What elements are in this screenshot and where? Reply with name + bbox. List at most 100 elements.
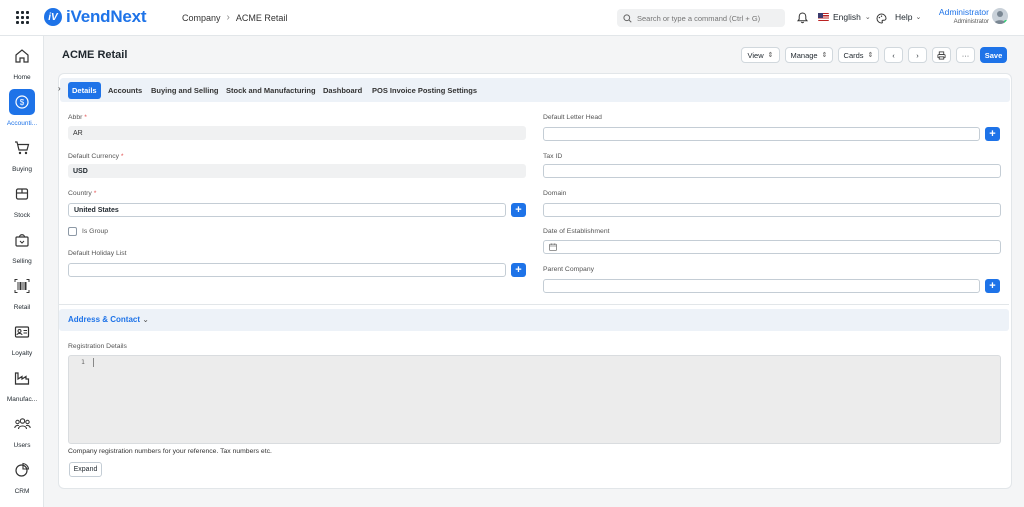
- tab-dashboard[interactable]: Dashboard: [319, 82, 366, 99]
- previous-button[interactable]: ‹: [884, 47, 903, 63]
- sort-icon: ⇕: [821, 52, 828, 59]
- chevron-down-icon: ⌄: [142, 315, 149, 324]
- bell-icon[interactable]: [797, 11, 808, 29]
- breadcrumb-current[interactable]: ACME Retail: [236, 13, 288, 23]
- manage-button[interactable]: Manage ⇕: [785, 47, 833, 63]
- more-actions-button[interactable]: ···: [956, 47, 975, 63]
- more-icon: ···: [961, 50, 970, 60]
- plus-icon: +: [989, 127, 996, 140]
- sidebar-item-stock[interactable]: Stock: [0, 186, 44, 226]
- app-logo[interactable]: iV iVendNext: [44, 7, 147, 27]
- add-parent-company-button[interactable]: +: [985, 279, 1000, 293]
- breadcrumb: Company › ACME Retail: [182, 12, 287, 23]
- app-grid-icon[interactable]: [16, 11, 29, 24]
- barcode-icon: [14, 278, 30, 299]
- registration-details-editor[interactable]: 1: [68, 355, 1001, 444]
- search-input[interactable]: [637, 13, 777, 23]
- tax-id-field[interactable]: [543, 164, 1001, 178]
- sidebar-item-users[interactable]: Users: [0, 416, 44, 456]
- expand-button[interactable]: Expand: [69, 462, 102, 477]
- address-contact-title: Address & Contact ⌄: [68, 315, 149, 324]
- sort-icon: ⇕: [867, 52, 874, 59]
- users-icon: [13, 416, 31, 437]
- sidebar-item-label: CRM: [14, 488, 30, 495]
- default-letter-head-field[interactable]: [543, 127, 980, 141]
- language-label: English: [833, 12, 861, 22]
- default-holiday-list-label: Default Holiday List: [68, 250, 127, 257]
- plus-icon: +: [515, 203, 522, 216]
- cards-label: Cards: [843, 50, 864, 60]
- save-button[interactable]: Save: [980, 47, 1007, 63]
- parent-company-field[interactable]: [543, 279, 980, 293]
- app-name: iVendNext: [66, 7, 147, 26]
- sidebar-item-label: Users: [13, 442, 31, 449]
- sidebar-item-label: Buying: [12, 166, 32, 173]
- registration-help-text: Company registration numbers for your re…: [68, 448, 272, 455]
- default-holiday-list-field[interactable]: [68, 263, 506, 277]
- registration-details-label: Registration Details: [68, 343, 127, 350]
- help-menu[interactable]: Help ⌄: [895, 12, 921, 22]
- country-field[interactable]: United States: [68, 203, 506, 217]
- chevron-down-icon: ⌄: [915, 14, 922, 21]
- add-letter-head-button[interactable]: +: [985, 127, 1000, 141]
- chevron-down-icon: ⌄: [864, 14, 871, 21]
- expand-label: Expand: [73, 466, 98, 473]
- view-button[interactable]: View ⇕: [741, 47, 780, 63]
- language-selector[interactable]: English ⌄: [818, 12, 871, 22]
- shopping-bag-icon: [14, 232, 30, 253]
- chevron-right-icon: ›: [916, 50, 919, 60]
- address-contact-section[interactable]: Address & Contact ⌄: [59, 309, 1009, 331]
- add-country-button[interactable]: +: [511, 203, 526, 217]
- box-icon: [14, 186, 30, 207]
- tab-buying-and-selling[interactable]: Buying and Selling: [147, 82, 223, 99]
- default-currency-field: USD: [68, 164, 526, 178]
- default-letter-head-label: Default Letter Head: [543, 114, 602, 121]
- is-group-checkbox[interactable]: [68, 227, 77, 236]
- date-of-establishment-field[interactable]: [543, 240, 1001, 254]
- tab-pos-invoice-posting-settings[interactable]: POS Invoice Posting Settings: [368, 82, 481, 99]
- tab-accounts[interactable]: Accounts: [104, 82, 146, 99]
- user-name: Administrator: [938, 7, 989, 17]
- sidebar: Home $ Accounti... Buying Stock Selling …: [0, 36, 44, 507]
- next-button[interactable]: ›: [908, 47, 927, 63]
- svg-text:$: $: [20, 98, 25, 107]
- cards-button[interactable]: Cards ⇕: [838, 47, 879, 63]
- domain-field[interactable]: [543, 203, 1001, 217]
- sidebar-item-buying[interactable]: Buying: [0, 140, 44, 180]
- domain-label: Domain: [543, 190, 567, 197]
- print-button[interactable]: [932, 47, 951, 63]
- home-icon: [14, 48, 30, 69]
- chevron-right-icon: ›: [226, 12, 230, 23]
- id-card-icon: [14, 324, 30, 345]
- tab-details[interactable]: Details: [68, 82, 101, 99]
- sidebar-item-selling[interactable]: Selling: [0, 232, 44, 272]
- form-tabs: › Details Accounts Buying and Selling St…: [58, 78, 1010, 102]
- cart-icon: [14, 140, 30, 161]
- sidebar-item-crm[interactable]: CRM: [0, 462, 44, 502]
- search-bar[interactable]: [617, 9, 785, 27]
- sidebar-item-retail[interactable]: Retail: [0, 278, 44, 318]
- sidebar-item-manufacturing[interactable]: Manufac...: [0, 370, 44, 410]
- sort-icon: ⇕: [767, 52, 774, 59]
- chevron-right-icon[interactable]: ›: [58, 84, 61, 93]
- sidebar-item-accounting[interactable]: $ Accounti...: [0, 89, 44, 129]
- view-label: View: [747, 50, 764, 60]
- logo-icon: iV: [44, 8, 62, 26]
- add-holiday-list-button[interactable]: +: [511, 263, 526, 277]
- abbr-label: Abbr *: [68, 114, 87, 121]
- is-group-label: Is Group: [82, 228, 109, 235]
- tab-stock-and-manufacturing[interactable]: Stock and Manufacturing: [222, 82, 320, 99]
- breadcrumb-parent[interactable]: Company: [182, 13, 221, 23]
- line-number: 1: [81, 358, 85, 366]
- sidebar-item-loyalty[interactable]: Loyalty: [0, 324, 44, 364]
- tax-id-label: Tax ID: [543, 153, 563, 160]
- avatar[interactable]: [992, 8, 1008, 24]
- search-icon: [623, 13, 632, 23]
- sidebar-item-home[interactable]: Home: [0, 48, 44, 88]
- parent-company-label: Parent Company: [543, 266, 595, 273]
- save-label: Save: [984, 50, 1003, 60]
- user-menu[interactable]: Administrator Administrator: [935, 8, 989, 25]
- sidebar-item-label: Manufac...: [6, 396, 38, 403]
- palette-icon[interactable]: [876, 11, 887, 29]
- help-label: Help: [895, 12, 913, 22]
